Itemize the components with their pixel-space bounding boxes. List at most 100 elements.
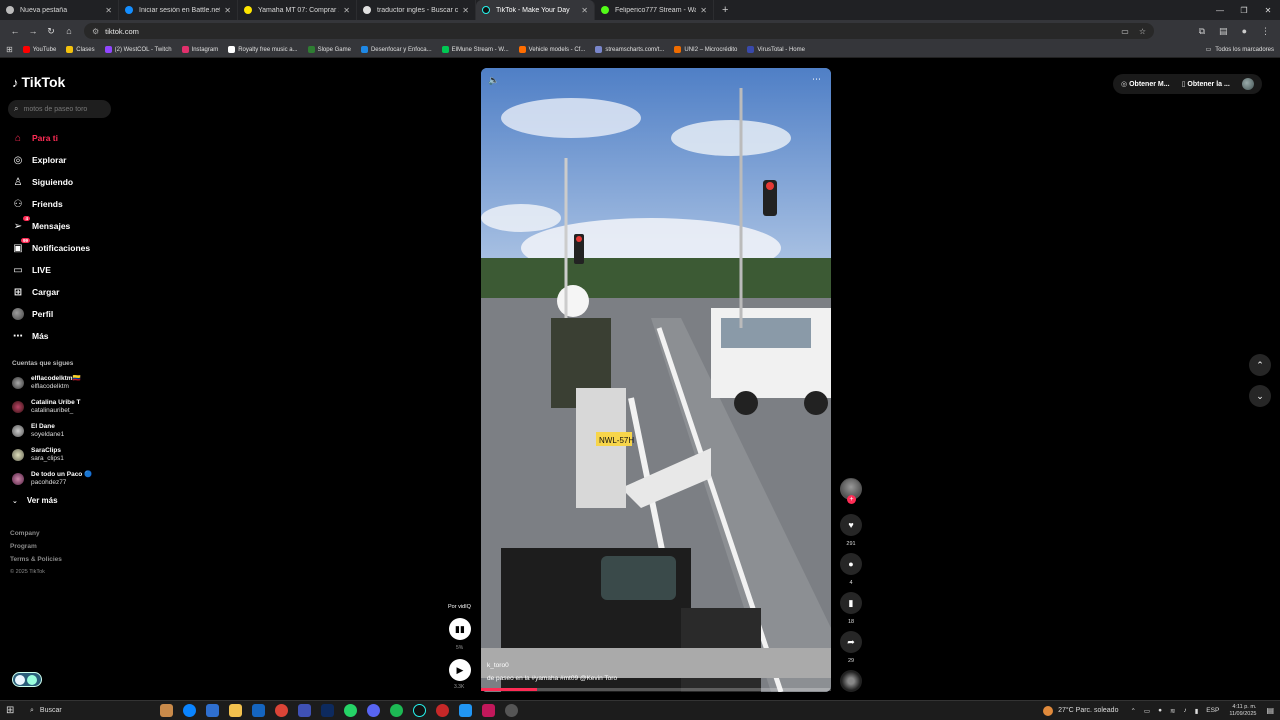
- followed-account[interactable]: El Dane soyeldane1: [12, 421, 64, 441]
- taskbar-clock[interactable]: 4:11 p. m. 11/09/2025: [1229, 704, 1256, 718]
- reload-icon[interactable]: ↻: [42, 26, 60, 37]
- get-app-button[interactable]: ▯ Obtener la ...: [1182, 80, 1230, 88]
- nav-item-friends[interactable]: ⚇ Friends: [12, 195, 63, 213]
- footer-link-company[interactable]: Company: [10, 530, 40, 537]
- nav-item-mas[interactable]: ⋯ Más: [12, 327, 49, 345]
- close-icon[interactable]: ✕: [462, 6, 469, 15]
- footer-link-program[interactable]: Program: [10, 543, 37, 550]
- bookmark-item[interactable]: streamscharts.com/t...: [595, 46, 664, 53]
- minimize-icon[interactable]: —: [1208, 6, 1232, 15]
- vidiq-stats-button[interactable]: ▮▮: [449, 618, 471, 640]
- nav-item-live[interactable]: ▭ LIVE: [12, 261, 51, 279]
- bookmark-item[interactable]: UNI2 – Microcrédito: [674, 46, 737, 53]
- app-icon[interactable]: [298, 704, 311, 717]
- url-input[interactable]: ⚙ tiktok.com ▭ ☆: [84, 23, 1154, 39]
- chrome-icon[interactable]: [275, 704, 288, 717]
- app-tray-icon[interactable]: ▭: [1144, 707, 1150, 715]
- followed-account[interactable]: elflacodelktm🇨🇴 elflacodelktm: [12, 373, 81, 393]
- bookmark-item[interactable]: Instagram: [181, 46, 218, 53]
- close-icon[interactable]: ✕: [343, 6, 350, 15]
- outlook-icon[interactable]: [252, 704, 265, 717]
- nav-item-explorar[interactable]: ◎ Explorar: [12, 151, 67, 169]
- previous-video-button[interactable]: ⌃: [1249, 354, 1271, 376]
- video-progress-bar[interactable]: [481, 688, 831, 691]
- tiktok-logo[interactable]: ♪ TikTok: [12, 74, 65, 90]
- notification-center-icon[interactable]: ▤: [1266, 706, 1274, 715]
- back-icon[interactable]: ←: [6, 26, 24, 36]
- restore-icon[interactable]: ❐: [1232, 6, 1256, 15]
- music-disc-icon[interactable]: [840, 670, 862, 692]
- app-icon[interactable]: [436, 704, 449, 717]
- get-coins-button[interactable]: ◎ Obtener M...: [1121, 80, 1170, 88]
- like-button[interactable]: ♥: [840, 514, 862, 536]
- photoshop-icon[interactable]: [321, 704, 334, 717]
- bookmark-item[interactable]: Clases: [66, 46, 95, 53]
- whatsapp-icon[interactable]: [344, 704, 357, 717]
- spotify-icon[interactable]: [390, 704, 403, 717]
- battery-icon[interactable]: ▮: [1195, 707, 1199, 715]
- followed-account[interactable]: Catalina Uribe Tcatalinauribet_: [12, 397, 80, 417]
- next-video-button[interactable]: ⌄: [1249, 385, 1271, 407]
- language-indicator[interactable]: ESP: [1206, 707, 1219, 714]
- nav-item-cargar[interactable]: ⊞ Cargar: [12, 283, 60, 301]
- browser-tab[interactable]: Yamaha MT 07: Comprar 11 car ✕: [238, 0, 357, 20]
- store-icon[interactable]: [206, 704, 219, 717]
- chevron-up-icon[interactable]: ⌃: [1130, 707, 1135, 715]
- new-tab-button[interactable]: +: [714, 0, 736, 20]
- close-window-icon[interactable]: ✕: [1256, 6, 1280, 15]
- share-button[interactable]: ➦: [840, 631, 862, 653]
- app-icon[interactable]: [482, 704, 495, 717]
- discord-icon[interactable]: [367, 704, 380, 717]
- close-icon[interactable]: ✕: [224, 6, 231, 15]
- nav-item-perfil[interactable]: Perfil: [12, 305, 53, 323]
- more-options-icon[interactable]: ⋯: [812, 74, 821, 85]
- nav-item-siguiendo[interactable]: ♙ Siguiendo: [12, 173, 74, 191]
- bookmark-item[interactable]: VirusTotal - Home: [747, 46, 805, 53]
- extensions-icon[interactable]: ⧉: [1199, 26, 1205, 37]
- all-bookmarks-button[interactable]: ▭ Todos los marcadores: [1206, 46, 1274, 54]
- cast-icon[interactable]: ▭: [1121, 27, 1129, 36]
- toggle-switch[interactable]: [12, 672, 42, 687]
- browser-tab[interactable]: Nueva pestaña ✕: [0, 0, 119, 20]
- comment-button[interactable]: ●: [840, 553, 862, 575]
- apps-icon[interactable]: ⊞: [6, 45, 13, 54]
- file-explorer-icon[interactable]: [229, 704, 242, 717]
- volume-tray-icon[interactable]: ♪: [1183, 707, 1186, 714]
- bookmark-item[interactable]: Vehicle models - Cf...: [518, 46, 585, 53]
- nav-item-para-ti[interactable]: ⌂ Para ti: [12, 129, 58, 147]
- tab-search-icon[interactable]: ▤: [1219, 26, 1228, 37]
- windows-start-icon[interactable]: ⊞: [6, 705, 22, 716]
- volume-icon[interactable]: 🔈: [488, 75, 499, 86]
- widget-icon[interactable]: [160, 704, 173, 717]
- nav-item-notificaciones[interactable]: ▣ 99 Notificaciones: [12, 238, 90, 257]
- home-browser-icon[interactable]: ⌂: [60, 26, 78, 36]
- profile-icon[interactable]: ●: [1242, 26, 1247, 37]
- browser-tab[interactable]: Felipe​rico777 Stream - Watch L ✕: [595, 0, 714, 20]
- bookmark-item[interactable]: (2) WestCOL - Twitch: [104, 46, 172, 53]
- taskbar-search[interactable]: ⌕ Buscar: [30, 707, 130, 715]
- bookmark-item[interactable]: YouTube: [22, 46, 56, 53]
- search-input[interactable]: ⌕ motos de paseo toro: [8, 100, 111, 118]
- follow-plus-icon[interactable]: +: [847, 495, 856, 504]
- close-icon[interactable]: ✕: [581, 6, 588, 15]
- microphone-icon[interactable]: ●: [1158, 707, 1162, 714]
- followed-account[interactable]: De todo un Paco 🔵 pacohdez77: [12, 469, 92, 489]
- bookmark-star-icon[interactable]: ☆: [1139, 27, 1146, 36]
- menu-icon[interactable]: ⋮: [1261, 26, 1270, 37]
- tiktok-app-icon[interactable]: [413, 704, 426, 717]
- followed-account[interactable]: SaraClips sara_clips1: [12, 445, 64, 465]
- play-button[interactable]: ▶: [449, 659, 471, 681]
- save-button[interactable]: ▮: [840, 592, 862, 614]
- settings-icon[interactable]: [505, 704, 518, 717]
- footer-link-terms[interactable]: Terms & Policies: [10, 556, 62, 563]
- edge-icon[interactable]: [183, 704, 196, 717]
- browser-tab[interactable]: Iniciar sesión en Battle.net ✕: [119, 0, 238, 20]
- video-creator[interactable]: k_toro0: [487, 662, 509, 669]
- bookmark-item[interactable]: Slope Game: [307, 46, 351, 53]
- browser-tab-active[interactable]: TikTok - Make Your Day ✕: [476, 0, 595, 20]
- browser-tab[interactable]: traductor ingles - Buscar con G✕: [357, 0, 476, 20]
- nav-item-mensajes[interactable]: ➢ 4 Mensajes: [12, 216, 70, 235]
- user-avatar[interactable]: [1241, 78, 1254, 90]
- weather-widget[interactable]: 27°C Parc. soleado: [1043, 705, 1118, 716]
- site-info-icon[interactable]: ⚙: [92, 27, 99, 36]
